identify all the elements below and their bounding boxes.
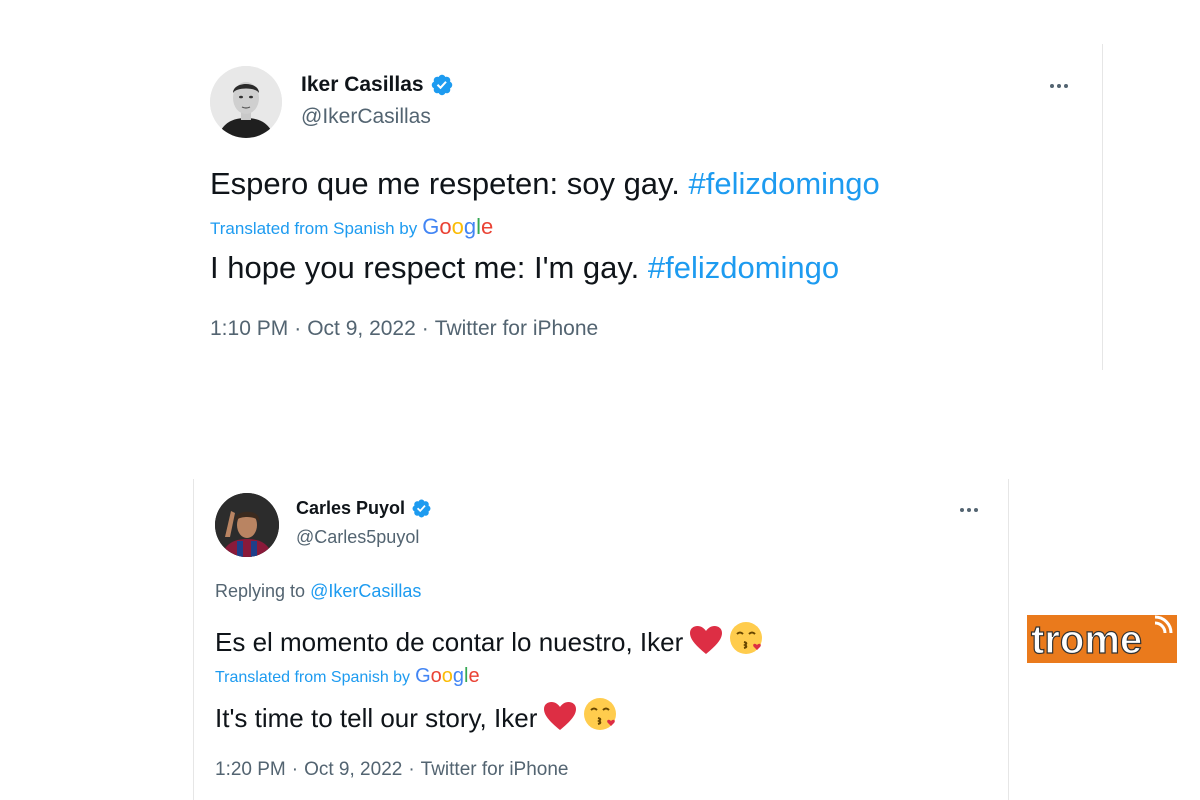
tweet-source[interactable]: Twitter for iPhone bbox=[421, 759, 569, 780]
tweet-date[interactable]: Oct 9, 2022 bbox=[304, 759, 402, 780]
tweet-meta: 1:10 PM · Oct 9, 2022 · Twitter for iPhone bbox=[210, 317, 598, 341]
face-blowing-kiss-emoji bbox=[729, 621, 763, 655]
translated-from-link[interactable]: Translated from Spanish by Google bbox=[215, 665, 480, 688]
google-logo: Google bbox=[422, 214, 494, 239]
translated-from-label: Translated from Spanish by bbox=[215, 669, 411, 686]
tweet-source[interactable]: Twitter for iPhone bbox=[435, 317, 598, 340]
avatar-image bbox=[215, 493, 279, 557]
tweet-text-original: Es el momento de contar lo nuestro, Iker bbox=[215, 621, 763, 658]
tweet-casillas[interactable]: Iker Casillas @IkerCasillas Espero que m… bbox=[190, 44, 1103, 370]
user-handle[interactable]: @Carles5puyol bbox=[296, 527, 419, 548]
tweet-date[interactable]: Oct 9, 2022 bbox=[307, 317, 416, 340]
tweet-text-translated: It's time to tell our story, Iker bbox=[215, 697, 617, 734]
replying-to-label: Replying to bbox=[215, 581, 306, 601]
separator: · bbox=[408, 759, 415, 780]
display-name[interactable]: Carles Puyol bbox=[296, 498, 405, 519]
more-options-icon[interactable] bbox=[1050, 84, 1068, 88]
translated-text: I hope you respect me: I'm gay. bbox=[210, 250, 640, 285]
mention-link[interactable]: @IkerCasillas bbox=[310, 581, 421, 601]
tweet-meta: 1:20 PM · Oct 9, 2022 · Twitter for iPhone bbox=[215, 759, 569, 781]
display-name[interactable]: Iker Casillas bbox=[301, 73, 424, 97]
separator: · bbox=[291, 759, 299, 780]
tweet-text-translated: I hope you respect me: I'm gay. #felizdo… bbox=[210, 250, 839, 286]
avatar-puyol[interactable] bbox=[215, 493, 279, 557]
tweet-time[interactable]: 1:20 PM bbox=[215, 759, 286, 780]
avatar-image bbox=[210, 66, 282, 138]
google-logo: Google bbox=[415, 665, 480, 687]
replying-to: Replying to @IkerCasillas bbox=[215, 581, 421, 602]
verified-badge-icon bbox=[430, 73, 454, 97]
red-heart-emoji bbox=[543, 701, 577, 731]
translated-text: It's time to tell our story, Iker bbox=[215, 703, 538, 733]
author-row: Carles Puyol bbox=[296, 498, 432, 519]
separator: · bbox=[294, 317, 302, 340]
translated-from-label: Translated from Spanish by bbox=[210, 219, 418, 238]
tweet-text-original: Espero que me respeten: soy gay. #felizd… bbox=[210, 166, 880, 202]
translated-from-link[interactable]: Translated from Spanish by Google bbox=[210, 214, 493, 240]
red-heart-emoji bbox=[689, 625, 723, 655]
tweet-text: Espero que me respeten: soy gay. bbox=[210, 166, 680, 201]
author-row: Iker Casillas bbox=[301, 73, 454, 97]
avatar-casillas[interactable] bbox=[210, 66, 282, 138]
tweet-puyol[interactable]: Carles Puyol @Carles5puyol Replying to @… bbox=[193, 479, 1009, 800]
more-options-icon[interactable] bbox=[960, 508, 978, 512]
face-blowing-kiss-emoji bbox=[583, 697, 617, 731]
svg-text:trome: trome bbox=[1031, 618, 1142, 662]
tweet-time[interactable]: 1:10 PM bbox=[210, 317, 288, 340]
user-handle[interactable]: @IkerCasillas bbox=[301, 105, 431, 129]
hashtag-link[interactable]: #felizdomingo bbox=[688, 166, 879, 201]
hashtag-link[interactable]: #felizdomingo bbox=[648, 250, 839, 285]
trome-logo: trome bbox=[1027, 615, 1177, 663]
separator: · bbox=[421, 317, 429, 340]
verified-badge-icon bbox=[411, 498, 432, 519]
tweet-text: Es el momento de contar lo nuestro, Iker bbox=[215, 627, 684, 657]
